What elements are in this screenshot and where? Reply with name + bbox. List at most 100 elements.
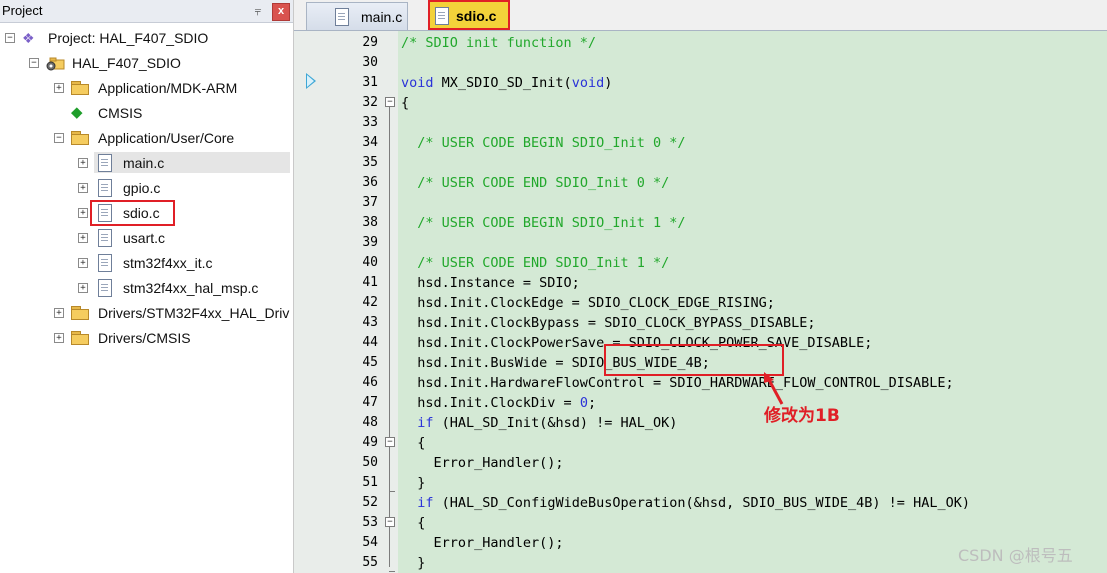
tree-group-user-core[interactable]: − Application/User/Core	[0, 127, 290, 149]
code-line: {	[401, 95, 410, 111]
folder-icon	[71, 331, 89, 345]
code-line: }	[401, 475, 426, 491]
code-line: /* USER CODE BEGIN SDIO_Init 0 */	[417, 135, 686, 151]
tree-group-mdk-arm[interactable]: + Application/MDK-ARM	[0, 77, 290, 99]
expand-icon[interactable]: +	[78, 183, 88, 193]
tree-item-label: gpio.c	[123, 180, 161, 196]
file-icon	[98, 254, 112, 272]
tree-item-main-c[interactable]: + main.c	[0, 152, 290, 174]
line-number: 51	[362, 475, 378, 490]
close-icon[interactable]: x	[272, 3, 290, 21]
line-number: 47	[362, 395, 378, 410]
line-number: 36	[362, 175, 378, 190]
expand-icon[interactable]: +	[78, 208, 88, 218]
expand-icon[interactable]: +	[54, 83, 64, 93]
code-line: Error_Handler();	[401, 535, 564, 551]
folder-icon	[71, 131, 89, 145]
line-number: 35	[362, 155, 378, 170]
line-number: 45	[362, 355, 378, 370]
folder-icon	[71, 306, 89, 320]
current-line-arrow-icon	[306, 73, 316, 89]
code-line: /* USER CODE END SDIO_Init 0 */	[417, 175, 670, 191]
tree-item-hal-msp-c[interactable]: + stm32f4xx_hal_msp.c	[0, 277, 290, 299]
tree-item-label: HAL_F407_SDIO	[72, 55, 181, 71]
tree-item-label: stm32f4xx_hal_msp.c	[123, 280, 259, 296]
line-number: 30	[362, 55, 378, 70]
line-number: 42	[362, 295, 378, 310]
tree-item-gpio-c[interactable]: + gpio.c	[0, 177, 290, 199]
line-number: 32	[362, 95, 378, 110]
file-icon	[98, 154, 112, 172]
sdio-file-highlight-box	[90, 200, 175, 226]
expand-icon[interactable]: +	[78, 258, 88, 268]
fold-end-marker	[389, 491, 395, 492]
code-line: hsd.Init.HardwareFlowControl = SDIO_HARD…	[401, 375, 954, 391]
code-line: {	[401, 515, 426, 531]
tree-group-hal-driver[interactable]: + Drivers/STM32F4xx_HAL_Driv	[0, 302, 292, 324]
line-number: 54	[362, 535, 378, 550]
code-line: hsd.Init.ClockEdge = SDIO_CLOCK_EDGE_RIS…	[401, 295, 775, 311]
project-panel-header: Project ⫧ x	[0, 0, 293, 23]
line-number: 43	[362, 315, 378, 330]
cmsis-gem-icon: ◆	[71, 104, 83, 121]
project-panel: Project ⫧ x − ❖ Project: HAL_F407_SDIO −…	[0, 0, 294, 573]
editor-tab-bar: main.c sdio.c	[294, 0, 1107, 31]
line-number: 46	[362, 375, 378, 390]
collapse-icon[interactable]: −	[54, 133, 64, 143]
line-number: 49	[362, 435, 378, 450]
tree-item-cmsis[interactable]: ◆ CMSIS	[0, 102, 290, 124]
file-icon	[435, 7, 449, 25]
code-line: {	[401, 435, 426, 451]
code-line: if (HAL_SD_ConfigWideBusOperation(&hsd, …	[417, 495, 970, 511]
folder-icon	[71, 81, 89, 95]
file-icon	[98, 179, 112, 197]
expand-icon[interactable]: +	[54, 308, 64, 318]
buswide-value-highlight-box	[604, 344, 784, 376]
line-number: 52	[362, 495, 378, 510]
tree-item-label: Drivers/CMSIS	[98, 330, 191, 346]
tab-sdio-c[interactable]: sdio.c	[428, 0, 510, 30]
tree-item-label: Application/MDK-ARM	[98, 80, 238, 96]
tree-item-target[interactable]: − HAL_F407_SDIO	[0, 52, 290, 74]
expand-icon[interactable]: +	[78, 233, 88, 243]
expand-icon[interactable]: +	[54, 333, 64, 343]
fold-end-marker	[389, 571, 395, 572]
project-icon: ❖	[22, 30, 35, 46]
code-editor[interactable]: − − − 29 30 31 32 33 34 35 36 37 38 39 4…	[294, 31, 1107, 573]
annotation-text: 修改为1B	[764, 406, 840, 426]
tree-item-label: Application/User/Core	[98, 130, 235, 146]
line-number: 38	[362, 215, 378, 230]
tree-item-usart-c[interactable]: + usart.c	[0, 227, 290, 249]
line-number: 33	[362, 115, 378, 130]
project-panel-title: Project	[2, 3, 43, 18]
line-number: 41	[362, 275, 378, 290]
code-line: hsd.Init.ClockBypass = SDIO_CLOCK_BYPASS…	[401, 315, 816, 331]
watermark: CSDN @根号五	[958, 546, 1073, 565]
target-icon	[46, 55, 65, 71]
fold-collapse-icon[interactable]: −	[385, 97, 395, 107]
tab-main-c[interactable]: main.c	[306, 2, 408, 30]
line-number: 37	[362, 195, 378, 210]
expand-icon[interactable]: +	[78, 283, 88, 293]
line-number: 55	[362, 555, 378, 570]
code-line: /* USER CODE BEGIN SDIO_Init 1 */	[417, 215, 686, 231]
fold-collapse-icon[interactable]: −	[385, 517, 395, 527]
tree-item-label: usart.c	[123, 230, 166, 246]
code-line: /* SDIO init function */	[401, 35, 597, 51]
code-line: hsd.Init.ClockDiv = 0;	[401, 395, 597, 411]
fold-collapse-icon[interactable]: −	[385, 437, 395, 447]
tree-item-label: Project: HAL_F407_SDIO	[48, 30, 209, 46]
fold-line	[389, 107, 390, 567]
tree-item-project[interactable]: − ❖ Project: HAL_F407_SDIO	[0, 27, 290, 49]
tree-item-label: Drivers/STM32F4xx_HAL_Driv	[98, 305, 290, 321]
collapse-icon[interactable]: −	[5, 33, 15, 43]
expand-icon[interactable]: +	[78, 158, 88, 168]
tree-item-stm32f4xx-it-c[interactable]: + stm32f4xx_it.c	[0, 252, 290, 274]
line-number: 31	[362, 75, 378, 90]
tree-group-drivers-cmsis[interactable]: + Drivers/CMSIS	[0, 327, 290, 349]
line-number: 34	[362, 135, 378, 150]
pin-icon[interactable]: ⫧	[250, 3, 266, 19]
tree-item-label: stm32f4xx_it.c	[123, 255, 213, 271]
collapse-icon[interactable]: −	[29, 58, 39, 68]
code-line: hsd.Instance = SDIO;	[401, 275, 580, 291]
